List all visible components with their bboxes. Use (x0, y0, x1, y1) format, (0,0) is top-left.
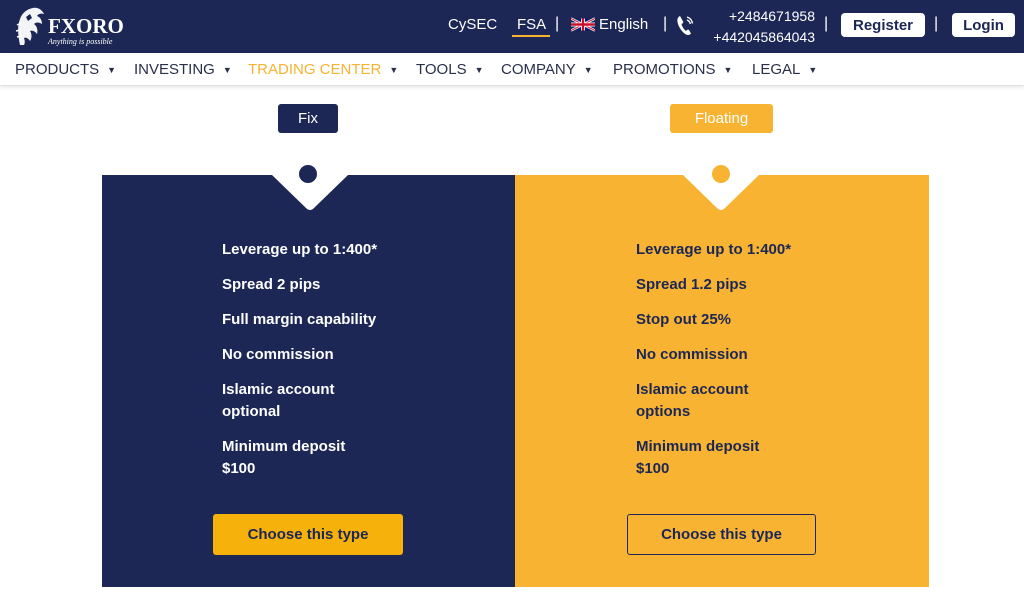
choose-floating-button[interactable]: Choose this type (627, 514, 816, 555)
caret-down-icon: ▼ (389, 64, 399, 75)
plan-indicator-dot (299, 165, 317, 183)
phone-number-link[interactable]: +442045864043 (697, 27, 815, 48)
feature-item: Minimum deposit $100 (636, 438, 760, 477)
caret-down-icon: ▼ (474, 64, 484, 75)
feature-item: Leverage up to 1:400* (222, 241, 378, 258)
nav-item-label: PROMOTIONS (613, 61, 716, 78)
feature-item: Spread 2 pips (222, 276, 321, 293)
nav-item-legal[interactable]: LEGAL ▼ (752, 61, 817, 78)
phone-icon (677, 16, 694, 36)
feature-item: Spread 1.2 pips (636, 276, 747, 293)
caret-down-icon: ▼ (222, 64, 232, 75)
main-nav: PRODUCTS ▼ INVESTING ▼ TRADING CENTER ▼ TOO… (0, 53, 1024, 86)
top-bar: FXORO Anything is possible CySEC FSA | E… (0, 0, 1024, 53)
tab-floating[interactable]: Floating (670, 104, 773, 133)
nav-item-tools[interactable]: TOOLS ▼ (416, 61, 484, 78)
caret-down-icon: ▼ (107, 64, 117, 75)
login-button[interactable]: Login (952, 13, 1015, 37)
feature-item: Stop out 25% (636, 311, 732, 328)
choose-fix-button[interactable]: Choose this type (213, 514, 403, 555)
language-selector[interactable]: English (571, 16, 648, 33)
nav-item-label: TOOLS (416, 61, 467, 78)
nav-item-label: TRADING CENTER (248, 61, 382, 78)
active-regulator-underline (512, 35, 550, 37)
separator: | (663, 15, 668, 32)
plan-card-fix: Leverage up to 1:400* Spread 2 pips Full… (102, 175, 515, 587)
phone-number-link[interactable]: +2484671958 (697, 6, 815, 27)
feature-item: Minimum deposit $100 (222, 438, 346, 477)
language-label: English (599, 16, 649, 33)
nav-item-promotions[interactable]: PROMOTIONS ▼ (613, 61, 732, 78)
feature-item: Leverage up to 1:400* (636, 241, 792, 258)
regulator-cysec-link[interactable]: CySEC (448, 16, 497, 33)
plan-card-floating: Leverage up to 1:400* Spread 1.2 pips St… (515, 175, 929, 587)
feature-list: Leverage up to 1:400* Spread 1.2 pips St… (636, 239, 821, 493)
feature-item: Islamic account optional (222, 381, 335, 420)
feature-item: Full margin capability (222, 311, 377, 328)
nav-item-label: COMPANY (501, 61, 576, 78)
nav-item-investing[interactable]: INVESTING ▼ (134, 61, 232, 78)
logo-text: FXORO (48, 14, 124, 38)
lion-logo-icon (15, 7, 44, 45)
nav-item-label: PRODUCTS (15, 61, 100, 78)
separator: | (555, 15, 560, 32)
caret-down-icon: ▼ (583, 64, 593, 75)
fxoro-logo[interactable]: FXORO Anything is possible (14, 5, 124, 47)
uk-flag-icon (571, 17, 595, 32)
regulator-fsa-link[interactable]: FSA (517, 16, 546, 33)
nav-item-company[interactable]: COMPANY ▼ (501, 61, 593, 78)
plan-indicator-dot (712, 165, 730, 183)
nav-item-label: INVESTING (134, 61, 215, 78)
separator: | (824, 15, 829, 32)
caret-down-icon: ▼ (723, 64, 733, 75)
phone-numbers: +2484671958 +442045864043 (697, 6, 815, 48)
feature-item: No commission (222, 346, 334, 363)
logo-tagline: Anything is possible (48, 37, 113, 46)
nav-item-label: LEGAL (752, 61, 801, 78)
feature-item: No commission (636, 346, 748, 363)
separator: | (934, 15, 939, 32)
register-button[interactable]: Register (841, 13, 925, 37)
tab-fix[interactable]: Fix (278, 104, 338, 133)
feature-list: Leverage up to 1:400* Spread 2 pips Full… (222, 239, 407, 493)
caret-down-icon: ▼ (808, 64, 818, 75)
feature-item: Islamic account options (636, 381, 749, 420)
nav-item-products[interactable]: PRODUCTS ▼ (15, 61, 116, 78)
nav-item-trading-center[interactable]: TRADING CENTER ▼ (248, 61, 398, 78)
